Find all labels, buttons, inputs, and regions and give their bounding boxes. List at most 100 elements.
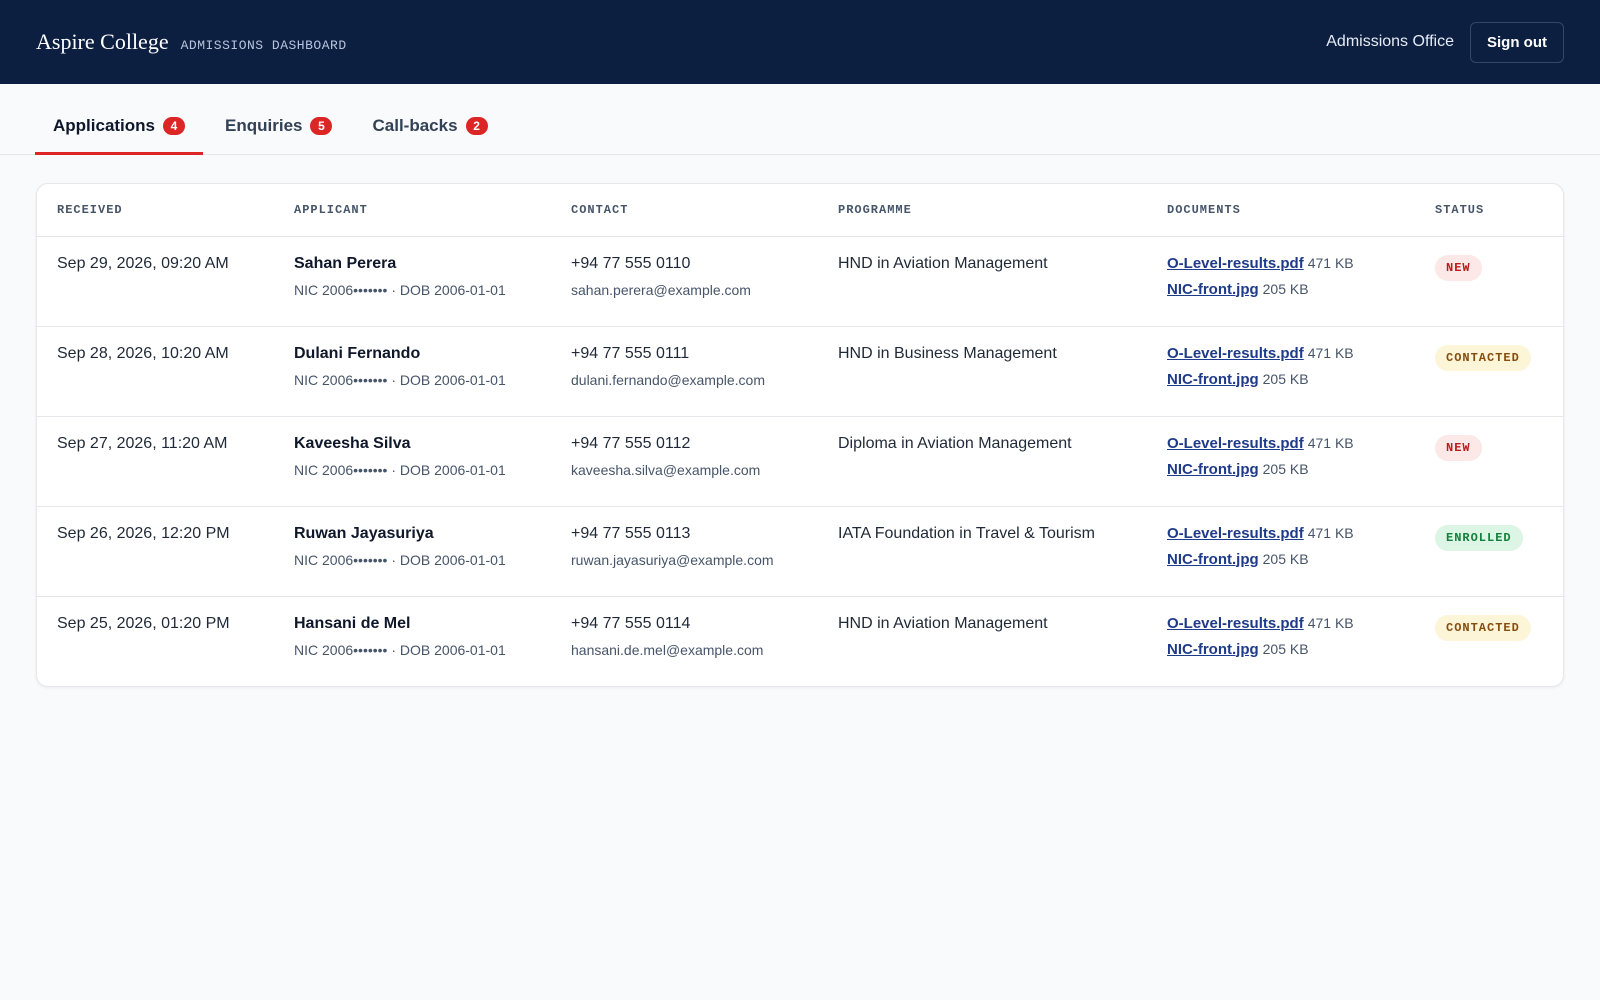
column-header-status: STATUS	[1415, 184, 1563, 237]
status-cell: NEW	[1415, 236, 1563, 327]
programme-cell: HND in Aviation Management	[818, 236, 1147, 327]
tab-label: Applications	[53, 116, 156, 135]
programme-name: HND in Aviation Management	[838, 614, 1048, 632]
received-cell: Sep 28, 2026, 10:20 AM	[37, 326, 274, 417]
top-right: Admissions Office Sign out	[1326, 21, 1564, 63]
programme-name: HND in Aviation Management	[838, 254, 1048, 272]
contact-email: dulani.fernando@example.com	[571, 371, 765, 388]
document-item: O-Level-results.pdf 471 KB	[1167, 525, 1415, 542]
document-link[interactable]: NIC-front.jpg	[1167, 281, 1259, 298]
documents-cell: O-Level-results.pdf 471 KB NIC-front.jpg…	[1147, 416, 1415, 507]
applicant-ids: NIC 2006••••••• · DOB 2006-01-01	[294, 641, 506, 658]
document-link[interactable]: O-Level-results.pdf	[1167, 435, 1304, 452]
received-cell: Sep 29, 2026, 09:20 AM	[37, 236, 274, 327]
contact-phone: +94 77 555 0110	[571, 254, 691, 272]
column-header-applicant: APPLICANT	[274, 184, 551, 237]
received-date: Sep 25, 2026, 01:20 PM	[57, 614, 230, 632]
contact-email: hansani.de.mel@example.com	[571, 641, 764, 658]
dashboard-subtitle: ADMISSIONS DASHBOARD	[180, 38, 347, 53]
applicant-ids: NIC 2006••••••• · DOB 2006-01-01	[294, 371, 506, 388]
status-badge: CONTACTED	[1435, 344, 1531, 371]
file-size: 205 KB	[1262, 640, 1309, 657]
column-header-programme: PROGRAMME	[818, 184, 1147, 237]
table-row[interactable]: Sep 25, 2026, 01:20 PM Hansani de Mel NI…	[37, 596, 1563, 686]
file-size: 471 KB	[1307, 524, 1354, 541]
received-cell: Sep 26, 2026, 12:20 PM	[37, 506, 274, 597]
applicant-cell: Kaveesha Silva NIC 2006••••••• · DOB 200…	[274, 416, 551, 507]
contact-email: kaveesha.silva@example.com	[571, 461, 761, 478]
received-cell: Sep 25, 2026, 01:20 PM	[37, 596, 274, 686]
contact-phone: +94 77 555 0112	[571, 434, 691, 452]
column-header-documents: DOCUMENTS	[1147, 184, 1415, 237]
tab-applications[interactable]: Applications 4	[35, 116, 204, 155]
document-link[interactable]: NIC-front.jpg	[1167, 461, 1259, 478]
status-cell: CONTACTED	[1415, 596, 1563, 686]
contact-phone: +94 77 555 0114	[571, 614, 691, 632]
document-link[interactable]: O-Level-results.pdf	[1167, 615, 1304, 632]
document-link[interactable]: O-Level-results.pdf	[1167, 255, 1304, 272]
file-size: 205 KB	[1262, 370, 1309, 387]
table-header-row: RECEIVED APPLICANT CONTACT PROGRAMME DOC…	[37, 184, 1563, 237]
applicant-cell: Sahan Perera NIC 2006••••••• · DOB 2006-…	[274, 236, 551, 327]
documents-cell: O-Level-results.pdf 471 KB NIC-front.jpg…	[1147, 596, 1415, 686]
document-item: O-Level-results.pdf 471 KB	[1167, 255, 1415, 272]
contact-phone: +94 77 555 0113	[571, 524, 691, 542]
received-date: Sep 29, 2026, 09:20 AM	[57, 254, 229, 272]
documents-cell: O-Level-results.pdf 471 KB NIC-front.jpg…	[1147, 236, 1415, 327]
document-item: NIC-front.jpg 205 KB	[1167, 371, 1415, 388]
document-item: O-Level-results.pdf 471 KB	[1167, 345, 1415, 362]
column-header-received: RECEIVED	[37, 184, 274, 237]
table-row[interactable]: Sep 27, 2026, 11:20 AM Kaveesha Silva NI…	[37, 416, 1563, 507]
applicant-cell: Ruwan Jayasuriya NIC 2006••••••• · DOB 2…	[274, 506, 551, 597]
file-size: 471 KB	[1307, 434, 1354, 451]
document-link[interactable]: NIC-front.jpg	[1167, 371, 1259, 388]
documents-cell: O-Level-results.pdf 471 KB NIC-front.jpg…	[1147, 506, 1415, 597]
tab-label: Enquiries	[225, 116, 303, 135]
applicant-name: Sahan Perera	[294, 254, 397, 272]
contact-phone: +94 77 555 0111	[571, 344, 690, 362]
programme-name: IATA Foundation in Travel & Tourism	[838, 524, 1096, 542]
table-row[interactable]: Sep 28, 2026, 10:20 AM Dulani Fernando N…	[37, 326, 1563, 417]
tab-label: Call-backs	[372, 116, 458, 135]
tab-enquiries[interactable]: Enquiries 5	[207, 116, 350, 155]
applicant-ids: NIC 2006••••••• · DOB 2006-01-01	[294, 281, 506, 298]
contact-email: sahan.perera@example.com	[571, 281, 751, 298]
document-link[interactable]: O-Level-results.pdf	[1167, 345, 1304, 362]
contact-cell: +94 77 555 0113 ruwan.jayasuriya@example…	[551, 506, 818, 597]
file-size: 205 KB	[1262, 550, 1309, 567]
applicant-name: Dulani Fernando	[294, 344, 421, 362]
applications-card: RECEIVED APPLICANT CONTACT PROGRAMME DOC…	[36, 183, 1564, 687]
status-cell: NEW	[1415, 416, 1563, 507]
document-item: NIC-front.jpg 205 KB	[1167, 281, 1415, 298]
status-badge: CONTACTED	[1435, 614, 1531, 641]
received-cell: Sep 27, 2026, 11:20 AM	[37, 416, 274, 507]
document-link[interactable]: O-Level-results.pdf	[1167, 525, 1304, 542]
count-badge: 4	[163, 117, 186, 135]
applicant-name: Kaveesha Silva	[294, 434, 411, 452]
programme-cell: Diploma in Aviation Management	[818, 416, 1147, 507]
file-size: 205 KB	[1262, 280, 1309, 297]
documents-cell: O-Level-results.pdf 471 KB NIC-front.jpg…	[1147, 326, 1415, 417]
applicant-ids: NIC 2006••••••• · DOB 2006-01-01	[294, 551, 506, 568]
status-badge: NEW	[1435, 434, 1482, 461]
status-badge: ENROLLED	[1435, 524, 1523, 551]
document-link[interactable]: NIC-front.jpg	[1167, 551, 1259, 568]
programme-cell: IATA Foundation in Travel & Tourism	[818, 506, 1147, 597]
document-item: NIC-front.jpg 205 KB	[1167, 641, 1415, 658]
status-cell: CONTACTED	[1415, 326, 1563, 417]
programme-name: HND in Business Management	[838, 344, 1057, 362]
received-date: Sep 28, 2026, 10:20 AM	[57, 344, 229, 362]
sign-out-button[interactable]: Sign out	[1470, 21, 1564, 63]
contact-email: ruwan.jayasuriya@example.com	[571, 551, 774, 568]
applicant-cell: Hansani de Mel NIC 2006••••••• · DOB 200…	[274, 596, 551, 686]
received-date: Sep 27, 2026, 11:20 AM	[57, 434, 228, 452]
office-label: Admissions Office	[1326, 33, 1454, 50]
applications-table: RECEIVED APPLICANT CONTACT PROGRAMME DOC…	[37, 184, 1563, 686]
document-link[interactable]: NIC-front.jpg	[1167, 641, 1259, 658]
table-body: Sep 29, 2026, 09:20 AM Sahan Perera NIC …	[37, 236, 1563, 686]
table-row[interactable]: Sep 26, 2026, 12:20 PM Ruwan Jayasuriya …	[37, 506, 1563, 597]
tab-call-backs[interactable]: Call-backs 2	[354, 116, 505, 155]
count-badge: 5	[310, 117, 333, 135]
table-row[interactable]: Sep 29, 2026, 09:20 AM Sahan Perera NIC …	[37, 236, 1563, 327]
programme-name: Diploma in Aviation Management	[838, 434, 1072, 452]
